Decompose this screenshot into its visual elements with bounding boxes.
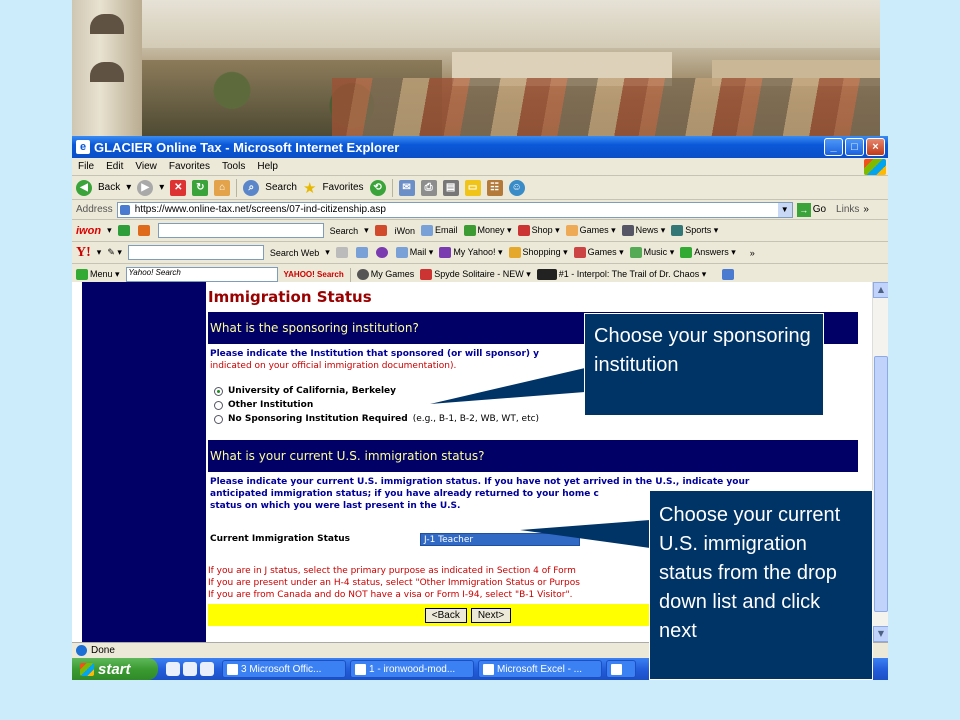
callout-sponsoring-institution: Choose your sponsoring institution xyxy=(584,313,824,416)
callout2-pointer xyxy=(520,520,650,548)
callout-immigration-status: Choose your current U.S. immigration sta… xyxy=(649,490,873,680)
callout1-pointer xyxy=(430,368,585,404)
